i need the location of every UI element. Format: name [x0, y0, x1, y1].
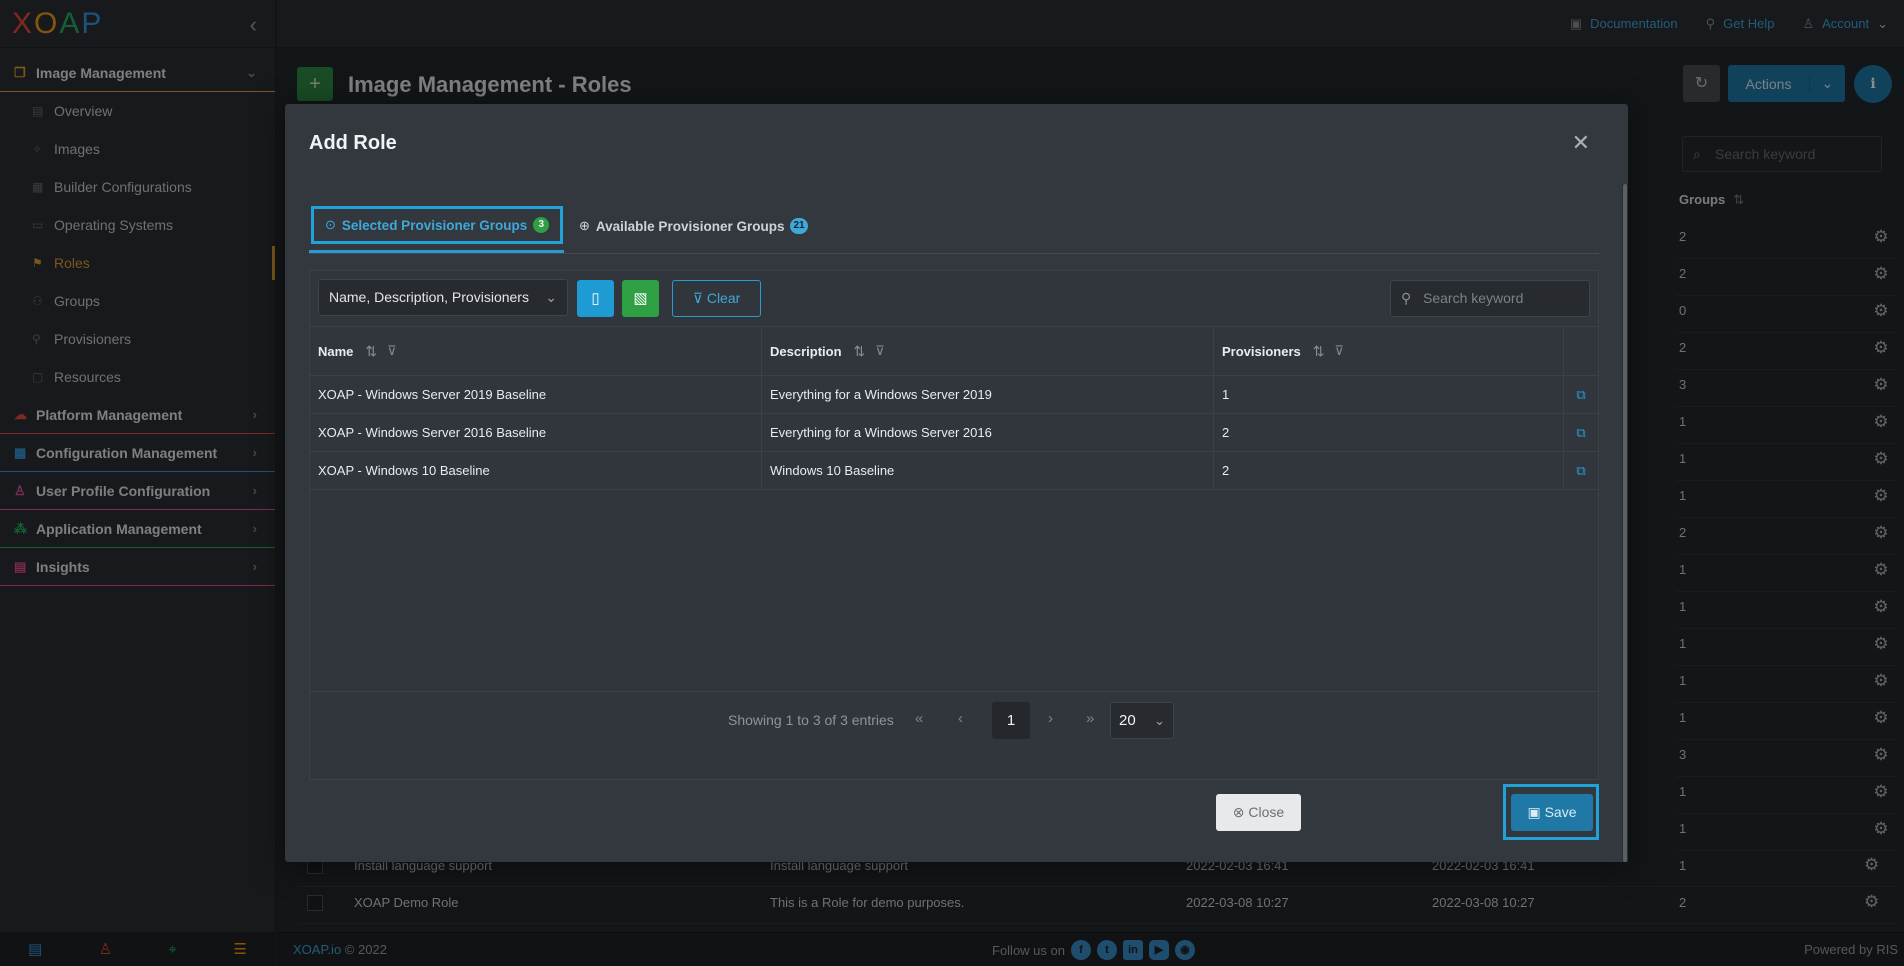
first-page-icon[interactable]: «: [915, 710, 923, 727]
page-size-value: 20: [1119, 712, 1136, 729]
excel-icon: ▧: [633, 290, 648, 307]
filter-icon[interactable]: ⊽: [875, 343, 885, 359]
count-badge: 21: [790, 218, 808, 234]
tab-selected-provisioner-groups[interactable]: ⊙ Selected Provisioner Groups 3: [311, 206, 564, 244]
search-icon: ⚲: [1401, 290, 1412, 306]
provisioner-tabs: ⊙ Selected Provisioner Groups 3 ⊕ Availa…: [309, 200, 1599, 254]
pager-info: Showing 1 to 3 of 3 entries: [728, 712, 894, 728]
paginator: Showing 1 to 3 of 3 entries « ‹ 1 › » 20…: [310, 691, 1598, 751]
data-grid: Name ⇅ ⊽ Description ⇅ ⊽ Provisioners ⇅ ⊽ XOAP…: [310, 326, 1598, 490]
export-excel-button[interactable]: ▧: [622, 280, 659, 317]
row-description: Windows 10 Baseline: [762, 452, 1214, 489]
page-size-select[interactable]: 20 ⌄: [1110, 702, 1174, 739]
export-csv-button[interactable]: ▯: [577, 280, 614, 317]
save-button[interactable]: ▣ Save: [1511, 794, 1593, 831]
sort-icon[interactable]: ⇅: [1313, 343, 1325, 360]
search-input[interactable]: ⚲ Search keyword: [1390, 280, 1590, 317]
column-header-provisioners[interactable]: Provisioners ⇅ ⊽: [1214, 327, 1564, 375]
column-header-description[interactable]: Description ⇅ ⊽: [762, 327, 1214, 375]
last-page-icon[interactable]: »: [1086, 710, 1094, 727]
row-description: Everything for a Windows Server 2016: [762, 414, 1214, 451]
row-provisioners: 2: [1214, 452, 1564, 489]
column-header-name[interactable]: Name ⇅ ⊽: [310, 327, 762, 375]
clear-filters-button[interactable]: ⊽ Clear: [672, 280, 761, 317]
close-button[interactable]: ⊗ Close: [1216, 794, 1301, 831]
row-description: Everything for a Windows Server 2019: [762, 376, 1214, 413]
table-toolbar: Name, Description, Provisioners ⌄ ▯ ▧ ⊽ …: [310, 271, 1598, 321]
row-name: XOAP - Windows Server 2016 Baseline: [310, 414, 762, 451]
modal-title: Add Role: [309, 132, 397, 154]
scrollbar-thumb[interactable]: [1623, 184, 1627, 862]
add-role-modal: Add Role ✕ ⊙ Selected Provisioner Groups…: [285, 104, 1628, 862]
sort-icon[interactable]: ⇅: [854, 343, 866, 360]
close-circle-icon: ⊗: [1232, 804, 1245, 820]
active-tab-indicator: [309, 250, 564, 253]
file-icon: ▯: [591, 290, 600, 307]
chevron-down-icon: ⌄: [1154, 713, 1165, 728]
save-icon: ▣: [1527, 804, 1541, 820]
provisioner-groups-table: Name, Description, Provisioners ⌄ ▯ ▧ ⊽ …: [309, 270, 1599, 780]
column-select[interactable]: Name, Description, Provisioners ⌄: [318, 279, 568, 316]
filter-icon[interactable]: ⊽: [387, 343, 397, 359]
chevron-down-icon: ⌄: [545, 289, 557, 305]
close-label: Close: [1248, 804, 1285, 820]
next-page-icon[interactable]: ›: [1048, 710, 1053, 727]
filter-clear-icon: ⊽: [692, 290, 703, 306]
table-row[interactable]: XOAP - Windows Server 2019 Baseline Ever…: [310, 376, 1598, 414]
table-row[interactable]: XOAP - Windows 10 Baseline Windows 10 Ba…: [310, 452, 1598, 490]
row-name: XOAP - Windows 10 Baseline: [310, 452, 762, 489]
row-provisioners: 2: [1214, 414, 1564, 451]
column-select-value: Name, Description, Provisioners: [329, 289, 529, 305]
column-header-actions: [1564, 327, 1598, 375]
sort-icon[interactable]: ⇅: [365, 343, 377, 360]
table-row[interactable]: XOAP - Windows Server 2016 Baseline Ever…: [310, 414, 1598, 452]
check-circle-icon: ⊙: [325, 217, 336, 232]
tab-available-provisioner-groups[interactable]: ⊕ Available Provisioner Groups 21: [571, 200, 816, 252]
tab-label: Available Provisioner Groups: [595, 218, 785, 234]
table-header: Name ⇅ ⊽ Description ⇅ ⊽ Provisioners ⇅ ⊽: [310, 326, 1598, 376]
count-badge: 3: [533, 217, 550, 233]
copy-icon[interactable]: ⧉: [1564, 376, 1598, 413]
copy-icon[interactable]: ⧉: [1564, 452, 1598, 489]
current-page-button[interactable]: 1: [992, 702, 1030, 739]
search-placeholder: Search keyword: [1423, 290, 1524, 306]
prev-page-icon[interactable]: ‹: [958, 710, 963, 727]
row-name: XOAP - Windows Server 2019 Baseline: [310, 376, 762, 413]
filter-icon[interactable]: ⊽: [1335, 343, 1345, 359]
copy-icon[interactable]: ⧉: [1564, 414, 1598, 451]
plus-circle-icon: ⊕: [579, 218, 590, 233]
save-label: Save: [1544, 804, 1577, 820]
clear-label: Clear: [706, 290, 741, 306]
tab-label: Selected Provisioner Groups: [341, 217, 528, 233]
row-provisioners: 1: [1214, 376, 1564, 413]
close-icon[interactable]: ✕: [1572, 130, 1590, 156]
